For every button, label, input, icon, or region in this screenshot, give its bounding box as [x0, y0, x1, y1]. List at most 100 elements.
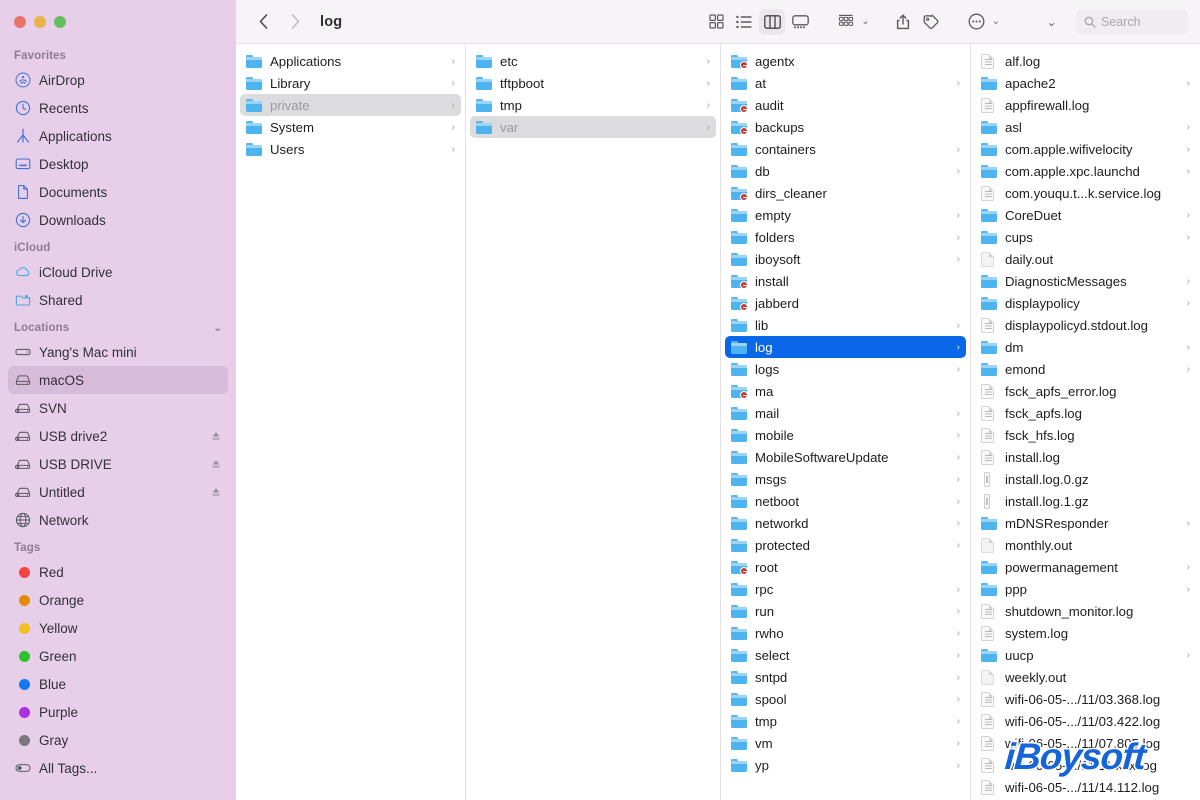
sidebar-item-red[interactable]: Red — [8, 558, 228, 586]
file-row[interactable]: install.log.0.gz› — [975, 468, 1196, 490]
file-row[interactable]: containers › — [725, 138, 966, 160]
file-row[interactable]: fsck_apfs_error.log› — [975, 380, 1196, 402]
file-row[interactable]: Library › — [240, 72, 461, 94]
more-icon[interactable] — [964, 9, 990, 35]
file-row[interactable]: agentx› — [725, 50, 966, 72]
file-row[interactable]: appfirewall.log› — [975, 94, 1196, 116]
sidebar-item-gray[interactable]: Gray — [8, 726, 228, 754]
file-row[interactable]: dm › — [975, 336, 1196, 358]
file-row[interactable]: fsck_apfs.log› — [975, 402, 1196, 424]
file-row[interactable]: Users › — [240, 138, 461, 160]
sidebar-item-recents[interactable]: Recents — [8, 94, 228, 122]
file-row[interactable]: tmp › — [725, 710, 966, 732]
sidebar-item-documents[interactable]: Documents — [8, 178, 228, 206]
file-row[interactable]: lib › — [725, 314, 966, 336]
file-row[interactable]: com.apple.xpc.launchd › — [975, 160, 1196, 182]
file-row[interactable]: com.apple.wifivelocity › — [975, 138, 1196, 160]
file-row[interactable]: com.youqu.t...k.service.log› — [975, 182, 1196, 204]
file-row[interactable]: install.log.1.gz› — [975, 490, 1196, 512]
file-row[interactable]: jabberd› — [725, 292, 966, 314]
file-row[interactable]: folders › — [725, 226, 966, 248]
file-row[interactable]: wifi-06-05-.../11/07.805.log› — [975, 732, 1196, 754]
file-row[interactable]: ppp › — [975, 578, 1196, 600]
file-row[interactable]: asl › — [975, 116, 1196, 138]
file-row[interactable]: private › — [240, 94, 461, 116]
file-row[interactable]: root› — [725, 556, 966, 578]
file-row[interactable]: var › — [470, 116, 716, 138]
overflow-chevron-icon[interactable]: ⌄ — [1038, 9, 1064, 35]
file-row[interactable]: wifi-06-05-.../11/14.112.log› — [975, 776, 1196, 798]
sidebar-item-orange[interactable]: Orange — [8, 586, 228, 614]
file-row[interactable]: Applications › — [240, 50, 461, 72]
file-row[interactable]: networkd › — [725, 512, 966, 534]
search-field[interactable]: Search — [1076, 9, 1188, 34]
eject-icon[interactable] — [210, 486, 222, 498]
file-row[interactable]: tmp › — [470, 94, 716, 116]
maximize-button[interactable] — [54, 16, 66, 28]
file-row[interactable]: wifi-06-05-.../11/03.368.log› — [975, 688, 1196, 710]
file-row[interactable]: tftpboot › — [470, 72, 716, 94]
file-row[interactable]: install› — [725, 270, 966, 292]
file-row[interactable]: spool › — [725, 688, 966, 710]
file-row[interactable]: install.log› — [975, 446, 1196, 468]
sidebar-item-desktop[interactable]: Desktop — [8, 150, 228, 178]
share-icon[interactable] — [890, 9, 916, 35]
sidebar-item-all-tags[interactable]: All Tags... — [8, 754, 228, 782]
sidebar-item-blue[interactable]: Blue — [8, 670, 228, 698]
file-row[interactable]: yp › — [725, 754, 966, 776]
eject-icon[interactable] — [210, 430, 222, 442]
file-row[interactable]: db › — [725, 160, 966, 182]
sidebar-item-yang-s-mac-mini[interactable]: Yang's Mac mini — [8, 338, 228, 366]
back-button[interactable] — [250, 9, 276, 35]
file-row[interactable]: weekly.out› — [975, 666, 1196, 688]
file-row[interactable]: netboot › — [725, 490, 966, 512]
file-row[interactable]: System › — [240, 116, 461, 138]
sidebar-item-yellow[interactable]: Yellow — [8, 614, 228, 642]
more-actions-control[interactable]: ⌄ — [964, 9, 1000, 35]
list-view-icon[interactable] — [731, 9, 757, 35]
file-row[interactable]: mDNSResponder › — [975, 512, 1196, 534]
sidebar-item-macos[interactable]: macOS — [8, 366, 228, 394]
gallery-view-icon[interactable] — [787, 9, 813, 35]
sidebar-item-purple[interactable]: Purple — [8, 698, 228, 726]
file-row[interactable]: powermanagement › — [975, 556, 1196, 578]
file-row[interactable]: wifi-06-05-.../11/03.422.log› — [975, 710, 1196, 732]
file-row[interactable]: CoreDuet › — [975, 204, 1196, 226]
file-row[interactable]: vm › — [725, 732, 966, 754]
file-row[interactable]: uucp › — [975, 644, 1196, 666]
grid-view-icon[interactable] — [703, 9, 729, 35]
file-row[interactable]: empty › — [725, 204, 966, 226]
file-row[interactable]: run › — [725, 600, 966, 622]
file-row[interactable]: audit› — [725, 94, 966, 116]
file-row[interactable]: msgs › — [725, 468, 966, 490]
minimize-button[interactable] — [34, 16, 46, 28]
file-row[interactable]: alf.log› — [975, 50, 1196, 72]
file-row[interactable]: fsck_hfs.log› — [975, 424, 1196, 446]
file-row[interactable]: wifi-06-05-.../11/11.xxx.log› — [975, 754, 1196, 776]
sidebar-item-green[interactable]: Green — [8, 642, 228, 670]
group-by-control[interactable]: ⌄ — [833, 9, 870, 35]
column-view-icon[interactable] — [759, 8, 786, 35]
sidebar-item-applications[interactable]: Applications — [8, 122, 228, 150]
file-row[interactable]: mobile › — [725, 424, 966, 446]
file-row[interactable]: etc › — [470, 50, 716, 72]
file-row[interactable]: displaypolicy › — [975, 292, 1196, 314]
file-row[interactable]: protected › — [725, 534, 966, 556]
file-row[interactable]: displaypolicyd.stdout.log› — [975, 314, 1196, 336]
file-row[interactable]: monthly.out› — [975, 534, 1196, 556]
file-row[interactable]: DiagnosticMessages › — [975, 270, 1196, 292]
file-row[interactable]: apache2 › — [975, 72, 1196, 94]
tag-icon[interactable] — [918, 9, 944, 35]
file-row[interactable]: select › — [725, 644, 966, 666]
sidebar-item-svn[interactable]: SVN — [8, 394, 228, 422]
file-row[interactable]: ma› — [725, 380, 966, 402]
file-row[interactable]: system.log› — [975, 622, 1196, 644]
sidebar-item-network[interactable]: Network — [8, 506, 228, 534]
file-row[interactable]: mail › — [725, 402, 966, 424]
file-row[interactable]: sntpd › — [725, 666, 966, 688]
file-row[interactable]: logs › — [725, 358, 966, 380]
close-button[interactable] — [14, 16, 26, 28]
group-by-icon[interactable] — [833, 9, 859, 35]
file-row[interactable]: dirs_cleaner› — [725, 182, 966, 204]
file-row[interactable]: at › — [725, 72, 966, 94]
